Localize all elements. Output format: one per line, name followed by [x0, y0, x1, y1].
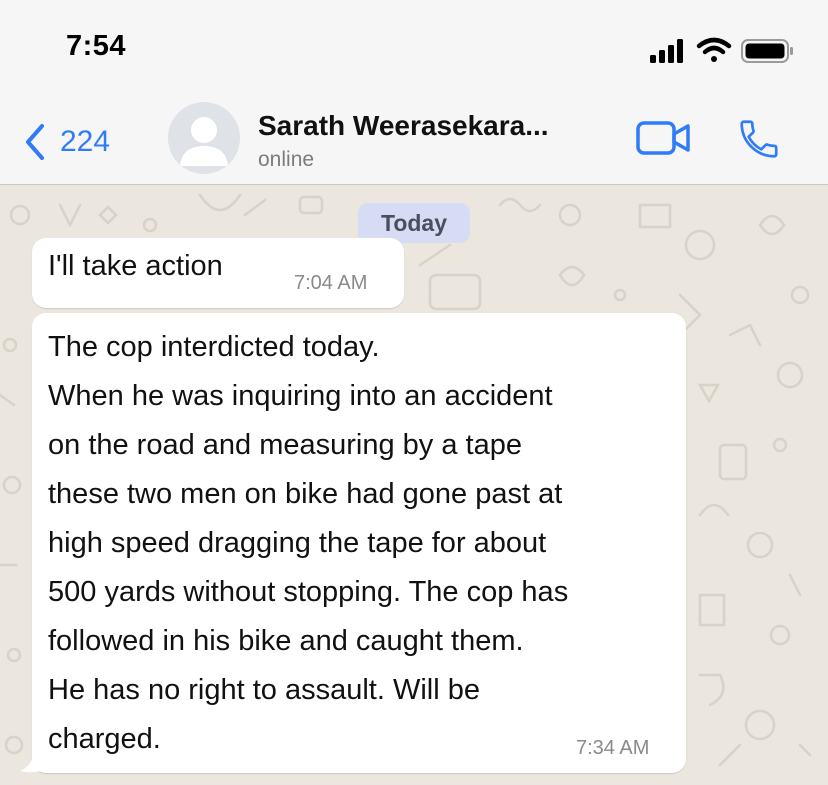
message-timestamp: 7:34 AM [576, 737, 650, 759]
message-text: I'll take action [48, 250, 223, 282]
battery-icon [741, 39, 793, 63]
chat-header: 224 Sarath Weerasekara... online [0, 96, 828, 185]
wifi-icon [696, 37, 732, 62]
unread-count: 224 [60, 125, 111, 158]
message-bubble[interactable]: The cop interdicted today. When he was i… [32, 313, 686, 773]
contact-name[interactable]: Sarath Weerasekara... [258, 110, 549, 142]
status-time: 7:54 [66, 30, 127, 62]
back-chevron-icon [26, 124, 44, 160]
back-button[interactable]: 224 [24, 122, 110, 162]
date-separator: Today [358, 203, 470, 243]
bubble-tail [20, 752, 44, 773]
message-timestamp: 7:04 AM [294, 272, 368, 294]
cellular-signal-icon [650, 39, 683, 63]
contact-status: online [258, 148, 315, 171]
avatar-placeholder-icon [180, 117, 228, 166]
voice-call-button[interactable] [736, 116, 782, 162]
status-icons [650, 36, 800, 66]
phone-icon [740, 120, 778, 158]
video-call-button[interactable] [636, 120, 692, 156]
message-text: The cop interdicted today. When he was i… [48, 331, 569, 755]
video-call-icon [636, 121, 690, 155]
chat-area[interactable]: Today I'll take action 7:04 AM The cop i… [0, 185, 828, 785]
status-bar: 7:54 [0, 0, 828, 96]
avatar[interactable] [168, 102, 240, 174]
message-bubble[interactable]: I'll take action 7:04 AM [32, 238, 404, 308]
